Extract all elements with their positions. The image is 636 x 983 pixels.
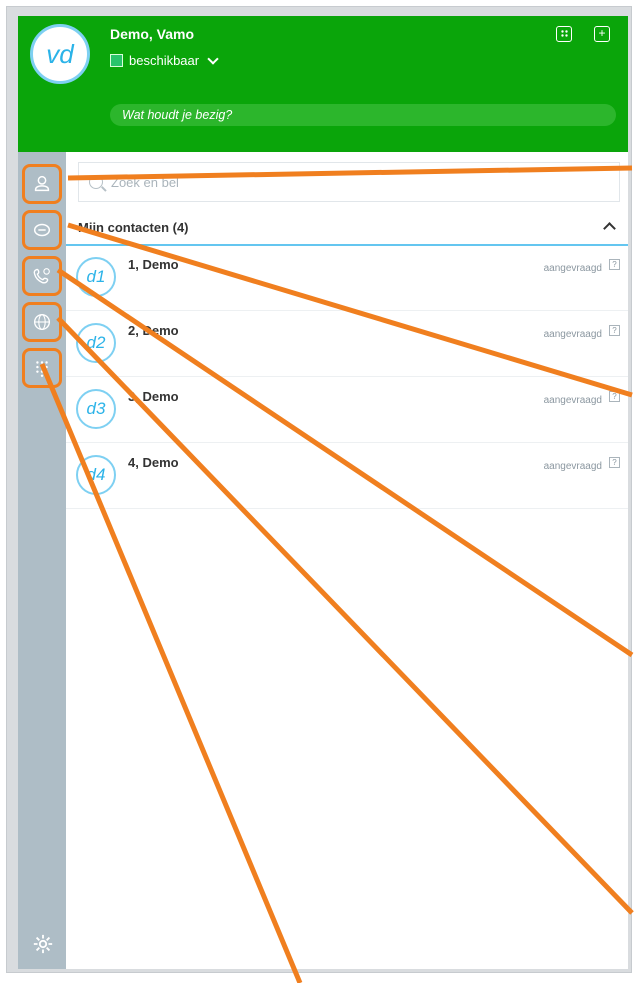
avatar-initials: vd — [46, 38, 74, 69]
sidebar-item-calls[interactable] — [22, 256, 62, 296]
contact-avatar: d2 — [76, 323, 116, 363]
help-icon[interactable]: ? — [609, 325, 620, 336]
settings-button[interactable] — [32, 933, 54, 955]
sidebar-item-dialpad[interactable] — [22, 348, 62, 388]
search-placeholder: Zoek en bel — [111, 174, 179, 190]
profile-header: vd Demo, Vamo beschikbaar + Wat houdt je… — [18, 16, 628, 152]
contact-name: 3, Demo — [128, 389, 179, 404]
add-button[interactable]: + — [594, 26, 610, 42]
contact-item-1[interactable]: d1 1, Demo aangevraagd ? — [66, 247, 628, 311]
sidebar-item-contacts[interactable] — [22, 164, 62, 204]
presence-selector[interactable]: beschikbaar — [110, 53, 219, 68]
grid-icon — [560, 30, 568, 37]
presence-status-icon — [110, 54, 123, 67]
contact-item-2[interactable]: d2 2, Demo aangevraagd ? — [66, 313, 628, 377]
contact-name: 1, Demo — [128, 257, 179, 272]
contact-status: aangevraagd — [543, 263, 602, 274]
contact-item-3[interactable]: d3 3, Demo aangevraagd ? — [66, 379, 628, 443]
help-icon[interactable]: ? — [609, 457, 620, 468]
contacts-panel: Zoek en bel Mijn contacten (4) d1 1, Dem… — [66, 152, 628, 969]
contact-avatar: d4 — [76, 455, 116, 495]
plus-icon: + — [598, 26, 606, 40]
contact-name: 2, Demo — [128, 323, 179, 338]
calls-icon — [33, 268, 50, 284]
search-input[interactable]: Zoek en bel — [78, 162, 620, 202]
section-title: Mijn contacten (4) — [78, 220, 189, 235]
status-message-input[interactable]: Wat houdt je bezig? — [110, 104, 616, 126]
collapse-icon[interactable] — [603, 222, 616, 235]
contact-name: 4, Demo — [128, 455, 179, 470]
help-icon[interactable]: ? — [609, 391, 620, 402]
presence-label: beschikbaar — [129, 53, 200, 68]
contact-avatar: d3 — [76, 389, 116, 429]
apps-button[interactable] — [556, 26, 572, 42]
globe-icon — [33, 313, 51, 331]
contacts-icon — [34, 175, 50, 192]
sidebar — [18, 152, 66, 969]
help-icon[interactable]: ? — [609, 259, 620, 270]
contact-status: aangevraagd — [543, 329, 602, 340]
contact-status: aangevraagd — [543, 461, 602, 472]
avatar[interactable]: vd — [30, 24, 90, 84]
dialpad-icon — [36, 361, 48, 377]
gear-icon — [33, 934, 53, 954]
user-name: Demo, Vamo — [110, 26, 195, 42]
contact-avatar: d1 — [76, 257, 116, 297]
contact-item-4[interactable]: d4 4, Demo aangevraagd ? — [66, 445, 628, 509]
search-icon — [89, 175, 103, 189]
contact-status: aangevraagd — [543, 395, 602, 406]
app-window: vd Demo, Vamo beschikbaar + Wat houdt je… — [18, 16, 628, 969]
chat-icon — [33, 223, 51, 237]
sidebar-item-web[interactable] — [22, 302, 62, 342]
sidebar-item-chat[interactable] — [22, 210, 62, 250]
chevron-down-icon — [207, 53, 219, 65]
section-divider — [66, 244, 628, 246]
